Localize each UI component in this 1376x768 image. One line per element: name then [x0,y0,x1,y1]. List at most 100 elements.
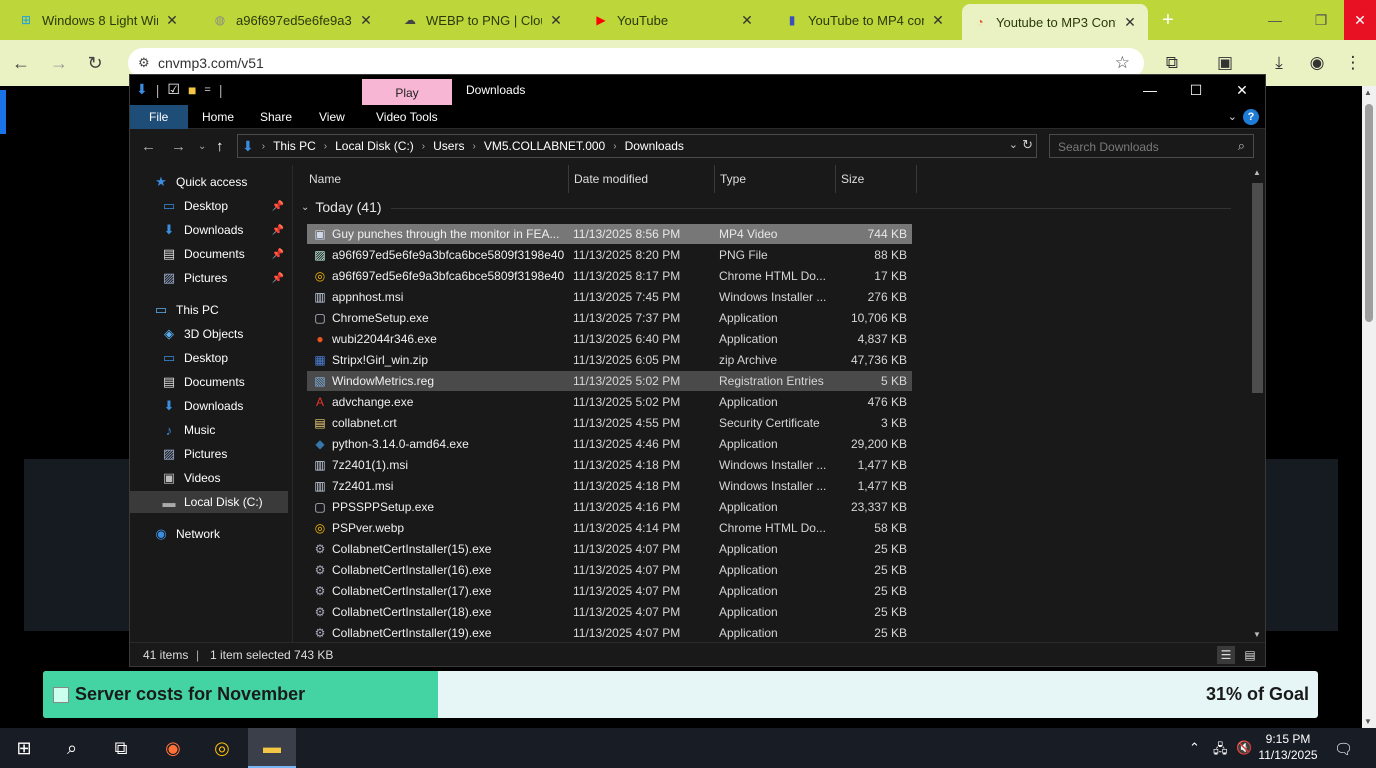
nav-item[interactable]: ▤ Documents [130,371,288,393]
page-scroll-thumb[interactable] [1365,104,1373,322]
nav-item[interactable]: ⬇ Downloads [130,395,288,417]
browser-tab[interactable]: ▮ YouTube to MP4 conv ✕ [774,6,956,34]
file-row[interactable]: ▧ WindowMetrics.reg 11/13/2025 5:02 PM Regi… [307,371,912,391]
browser-tab[interactable]: ⊞ Windows 8 Light Wind ✕ [8,6,190,34]
explorer-maximize-button[interactable]: ☐ [1173,75,1219,105]
file-row[interactable]: ▣ Guy punches through the monitor in FEA.… [307,224,912,244]
notifications-icon[interactable]: 🗨 [1334,740,1353,758]
scroll-down-icon[interactable]: ▼ [1364,717,1372,726]
file-row[interactable]: ▨ a96f697ed5e6fe9a3bfca6bce5809f3198e40..… [307,245,912,265]
reload-button[interactable]: ↻ [82,50,108,76]
restore-button[interactable]: ❐ [1298,0,1344,40]
ribbon-tab-file[interactable]: File [130,105,188,129]
nav-item[interactable]: ▭ Desktop 📌 [130,195,288,217]
close-tab-icon[interactable]: ✕ [930,12,946,29]
file-row[interactable]: ▥ 7z2401.msi 11/13/2025 4:18 PM Windows Ins… [307,476,912,496]
nav-item[interactable]: ★ Quick access [130,171,288,193]
help-icon[interactable]: ? [1243,109,1259,125]
tray-overflow-icon[interactable]: ⌃ [1189,740,1200,756]
close-tab-icon[interactable]: ✕ [358,12,374,29]
breadcrumb-separator-icon[interactable]: › [262,141,265,152]
back-button[interactable]: ← [8,50,34,76]
volume-muted-icon[interactable]: 🔇 [1236,740,1252,756]
column-header-type[interactable]: Type [715,165,836,193]
breadcrumb-item[interactable]: › VM5.COLLABNET.000 [472,139,605,153]
breadcrumb-item[interactable]: › Local Disk (C:) [324,139,414,153]
close-tab-icon[interactable]: ✕ [548,12,564,29]
file-row[interactable]: ▤ collabnet.crt 11/13/2025 4:55 PM Security… [307,413,912,433]
file-row[interactable]: ▦ Stripx!Girl_win.zip 11/13/2025 6:05 PM zi… [307,350,912,370]
breadcrumb-item[interactable]: › Users [422,139,465,153]
recent-locations-icon[interactable]: ⌄ [198,141,206,152]
search-downloads-input[interactable]: Search Downloads ⌕ [1049,134,1254,158]
network-tray-icon[interactable]: 🖧 [1213,740,1228,762]
explorer-minimize-button[interactable]: — [1127,75,1173,105]
breadcrumb-item[interactable]: › This PC [262,139,316,153]
browser-tab[interactable]: ▶ YouTube ✕ [583,6,765,34]
nav-item[interactable]: ◈ 3D Objects [130,323,288,345]
start-windows-icon[interactable]: ⊞ [0,728,48,768]
file-row[interactable]: ▢ ChromeSetup.exe 11/13/2025 7:37 PM Applic… [307,308,912,328]
column-header-date[interactable]: Date modified [569,165,715,193]
large-icons-view-icon[interactable]: ▤ [1241,646,1259,664]
file-row[interactable]: ⚙ CollabnetCertInstaller(19).exe 11/13/202… [307,623,912,643]
file-row[interactable]: ▢ PPSSPPSetup.exe 11/13/2025 4:16 PM Applic… [307,497,912,517]
close-browser-button[interactable]: ✕ [1344,0,1376,40]
explorer-close-button[interactable]: ✕ [1219,75,1265,105]
nav-item[interactable]: ♪ Music [130,419,288,441]
list-scroll-thumb[interactable] [1252,183,1263,393]
nav-item[interactable]: ▣ Videos [130,467,288,489]
breadcrumb-separator-icon[interactable]: › [422,141,425,152]
nav-item[interactable]: ▭ Desktop [130,347,288,369]
media-cast-icon[interactable]: ▣ [1212,50,1238,76]
column-header-name[interactable]: Name [293,165,569,193]
file-row[interactable]: ▥ appnhost.msi 11/13/2025 7:45 PM Windows I… [307,287,912,307]
close-tab-icon[interactable]: ✕ [1122,14,1138,31]
taskbar-clock[interactable]: 9:15 PM 11/13/2025 [1256,731,1320,763]
file-row[interactable]: ⚙ CollabnetCertInstaller(16).exe 11/13/202… [307,560,912,580]
breadcrumb-separator-icon[interactable]: › [324,141,327,152]
donation-progress-bar[interactable]: Server costs for November 31% of Goal [43,671,1318,718]
nav-item[interactable]: ◉ Network [130,523,288,545]
file-row[interactable]: ● wubi22044r346.exe 11/13/2025 6:40 PM Appl… [307,329,912,349]
refresh-icon[interactable]: ↻ [1022,137,1033,153]
group-header-today[interactable]: ⌄ Today (41) [301,199,1231,215]
play-context-tab[interactable]: Play [362,79,452,105]
nav-item[interactable]: ▤ Documents 📌 [130,243,288,265]
explorer-back-icon[interactable]: ← [141,138,156,155]
customize-qat-icon[interactable]: = [204,84,210,96]
browser-tab[interactable]: ☁ WEBP to PNG | Cloud ✕ [392,6,574,34]
file-row[interactable]: ⚙ CollabnetCertInstaller(18).exe 11/13/202… [307,602,912,622]
download-arrow-icon[interactable]: ⬇ [136,81,148,98]
chrome-icon[interactable]: ◎ [198,728,246,768]
browser-tab[interactable]: ◔ Youtube to MP3 Conv ✕ [962,4,1148,40]
up-folder-icon[interactable]: ↑ [216,138,224,155]
file-row[interactable]: ◎ PSPver.webp 11/13/2025 4:14 PM Chrome HTM… [307,518,912,538]
list-scroll-up-icon[interactable]: ▲ [1253,168,1261,177]
nav-item[interactable]: ▨ Pictures 📌 [130,267,288,289]
ribbon-expand-icon[interactable]: ⌄ [1228,110,1237,123]
task-view-icon[interactable]: ⧉ [97,728,145,768]
forward-button[interactable]: → [46,50,72,76]
search-taskbar-icon[interactable]: ⌕ [48,728,96,768]
nav-item[interactable]: ▨ Pictures [130,443,288,465]
explorer-address-bar[interactable]: ⬇ › This PC › Local Disk (C:) › Users › VM5.COL… [237,134,1037,158]
close-tab-icon[interactable]: ✕ [739,12,755,29]
file-row[interactable]: ◎ a96f697ed5e6fe9a3bfca6bce5809f3198e40..… [307,266,912,286]
new-tab-button[interactable]: + [1156,8,1180,32]
nav-item[interactable]: ▭ This PC [130,299,288,321]
file-row[interactable]: ⚙ CollabnetCertInstaller(15).exe 11/13/202… [307,539,912,559]
ribbon-tab-view[interactable]: View [305,105,359,129]
address-dropdown-icon[interactable]: ⌄ [1009,138,1018,151]
file-row[interactable]: ▥ 7z2401(1).msi 11/13/2025 4:18 PM Windows … [307,455,912,475]
page-scrollbar[interactable]: ▲ ▼ [1362,86,1376,728]
properties-icon[interactable]: ☑ [167,81,180,98]
file-row[interactable]: ⚙ CollabnetCertInstaller(17).exe 11/13/202… [307,581,912,601]
ribbon-tab-home[interactable]: Home [188,105,248,129]
group-collapse-icon[interactable]: ⌄ [301,202,309,213]
nav-item[interactable]: ▬ Local Disk (C:) [130,491,288,513]
menu-icon[interactable]: ⋮ [1340,50,1366,76]
ribbon-tab-share[interactable]: Share [246,105,306,129]
breadcrumb-separator-icon[interactable]: › [613,141,616,152]
breadcrumb-item[interactable]: › Downloads [613,139,684,153]
